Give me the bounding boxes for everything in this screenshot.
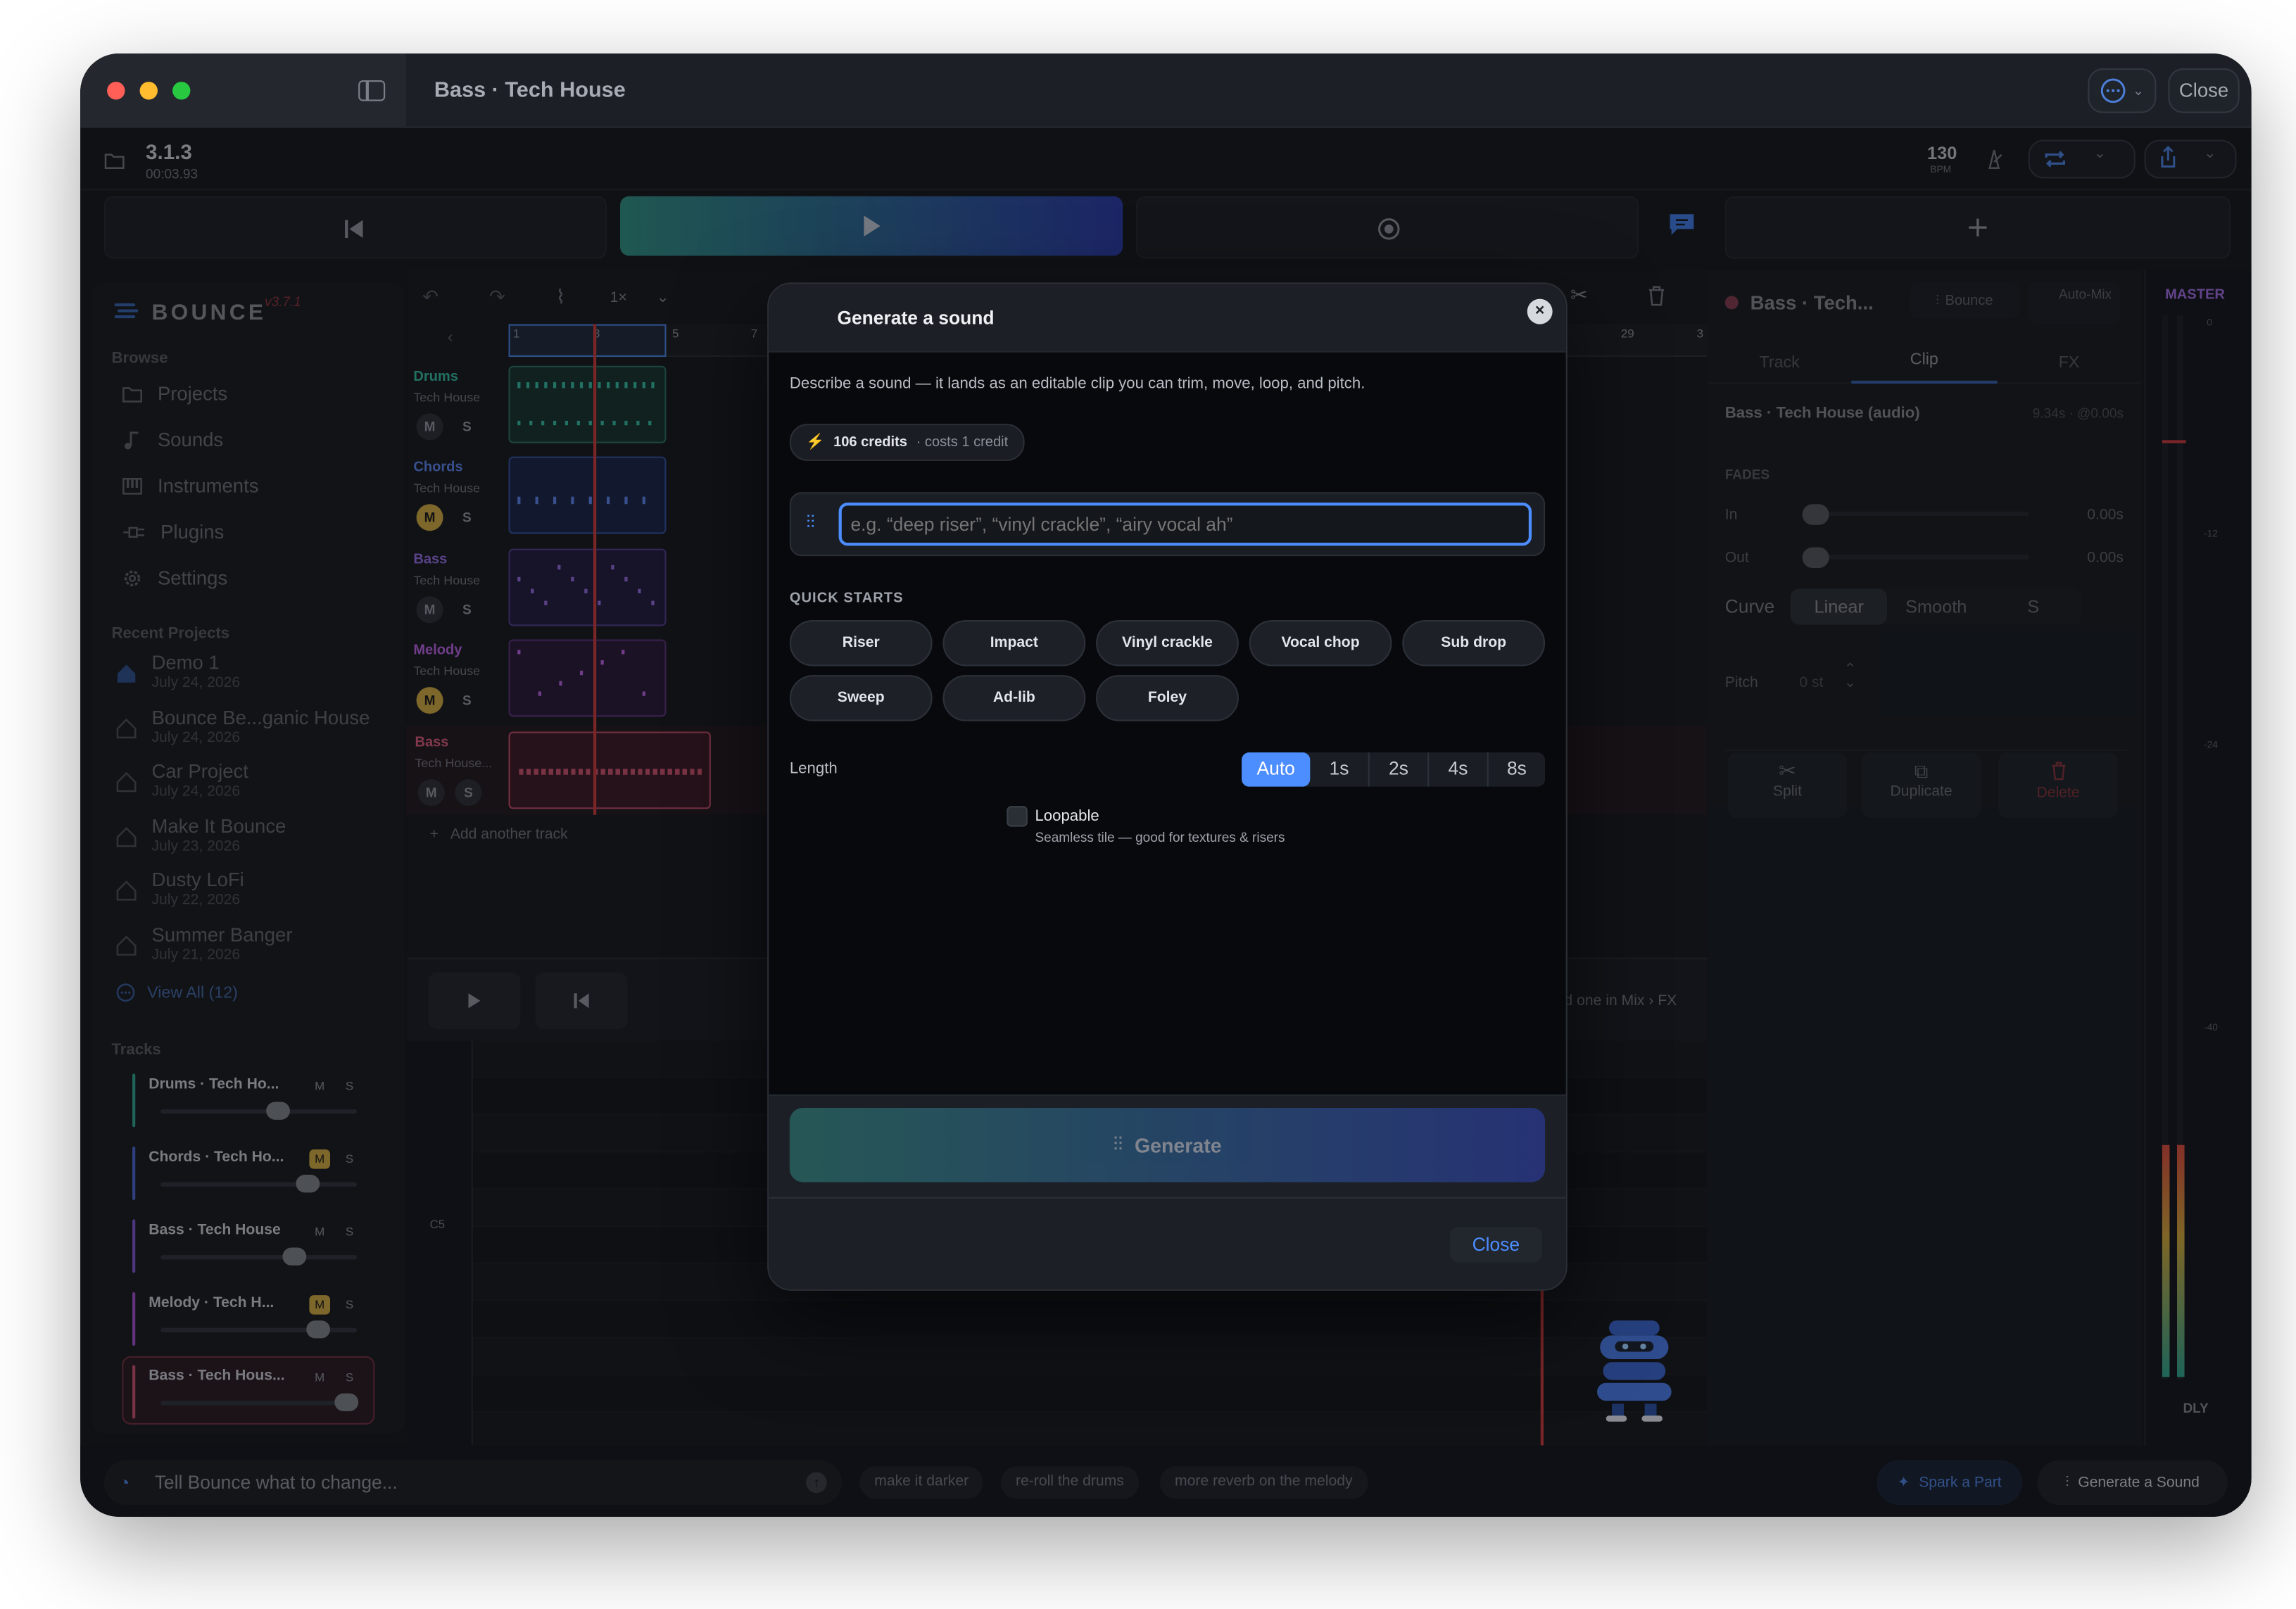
length-label: Length bbox=[789, 759, 838, 778]
length-auto[interactable]: Auto bbox=[1242, 752, 1311, 787]
dialog-description: Describe a sound — it lands as an editab… bbox=[789, 374, 1365, 393]
waveform-icon: ⫶⫶ bbox=[806, 511, 815, 533]
quick-start-sweep[interactable]: Sweep bbox=[789, 675, 933, 721]
quick-start-ad-lib[interactable]: Ad-lib bbox=[942, 675, 1086, 721]
ellipsis-circle-icon bbox=[2101, 78, 2126, 103]
sound-description-input[interactable] bbox=[838, 503, 1532, 546]
dialog-title: Generate a sound bbox=[837, 308, 995, 329]
length-segmented: Auto 1s 2s 4s 8s bbox=[1242, 752, 1546, 787]
app-window: Bass · Tech House ⌄ Close 3.1.3 00:03.93… bbox=[80, 53, 2252, 1517]
sidebar-toggle-icon[interactable] bbox=[358, 80, 386, 101]
zoom-traffic-light[interactable] bbox=[172, 82, 191, 100]
generate-label: Generate bbox=[1134, 1133, 1222, 1156]
length-4s[interactable]: 4s bbox=[1429, 752, 1489, 787]
quick-start-foley[interactable]: Foley bbox=[1096, 675, 1239, 721]
length-2s[interactable]: 2s bbox=[1370, 752, 1430, 787]
lightning-icon: ⚡ bbox=[806, 434, 825, 451]
generate-sound-dialog: Generate a sound × Describe a sound — it… bbox=[767, 282, 1568, 1291]
quick-start-riser[interactable]: Riser bbox=[789, 619, 933, 667]
loopable-hint: Seamless tile — good for textures & rise… bbox=[1035, 829, 1285, 845]
credits-badge: ⚡ 106 credits · costs 1 credit bbox=[789, 424, 1025, 461]
dialog-close-button[interactable]: Close bbox=[1449, 1226, 1542, 1263]
close-traffic-light[interactable] bbox=[107, 82, 125, 100]
window-title: Bass · Tech House bbox=[434, 78, 626, 103]
chevron-down-icon: ⌄ bbox=[2133, 82, 2145, 98]
quick-start-vocal-chop[interactable]: Vocal chop bbox=[1249, 619, 1392, 667]
quick-start-vinyl-crackle[interactable]: Vinyl crackle bbox=[1096, 619, 1239, 667]
prompt-field-wrapper: ⫶⫶ bbox=[789, 492, 1546, 557]
loopable-checkbox[interactable] bbox=[1007, 806, 1028, 827]
dialog-close-icon[interactable]: × bbox=[1527, 298, 1553, 324]
loopable-label: Loopable bbox=[1035, 807, 1099, 826]
generate-button[interactable]: ⫶⫶ Generate bbox=[789, 1107, 1546, 1182]
length-1s[interactable]: 1s bbox=[1310, 752, 1370, 787]
minimize-traffic-light[interactable] bbox=[139, 82, 158, 100]
quick-start-impact[interactable]: Impact bbox=[942, 619, 1086, 667]
quick-starts-heading: QUICK STARTS bbox=[789, 590, 904, 607]
footer-divider bbox=[769, 1197, 1566, 1199]
credits-count: 106 credits bbox=[833, 434, 907, 451]
title-bar-sidebar-area bbox=[80, 53, 406, 128]
quick-start-sub-drop[interactable]: Sub drop bbox=[1402, 619, 1546, 667]
close-window-button[interactable]: Close bbox=[2168, 68, 2240, 113]
waveform-icon: ⫶⫶ bbox=[1113, 1132, 1123, 1156]
credits-cost: · costs 1 credit bbox=[916, 434, 1009, 451]
length-8s[interactable]: 8s bbox=[1489, 752, 1545, 787]
more-menu-button[interactable]: ⌄ bbox=[2088, 68, 2157, 113]
